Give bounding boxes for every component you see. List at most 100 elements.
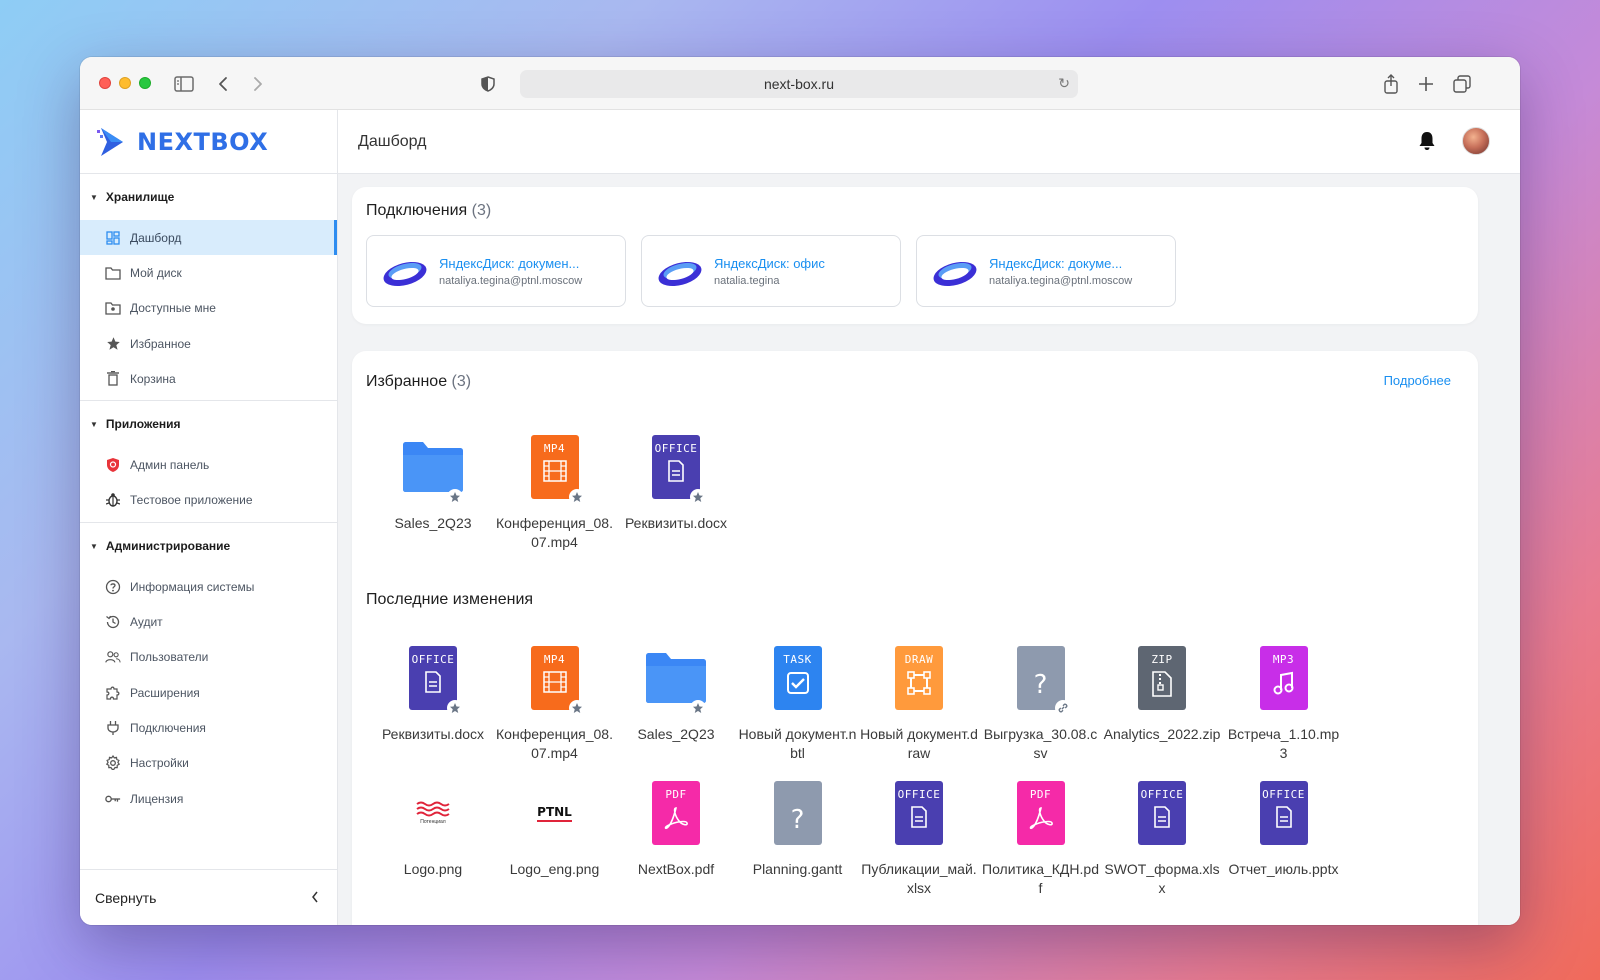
connections-title-text: Подключения: [366, 202, 468, 219]
section-apps[interactable]: ▼ Приложения: [80, 401, 337, 447]
logo-image-thumbnail: Потенциал: [409, 781, 457, 845]
sidebar-item-dashboard[interactable]: Дашборд: [80, 220, 337, 256]
sidebar-item-extensions[interactable]: Расширения: [80, 675, 337, 710]
favorites-title: Избранное (3): [366, 373, 471, 391]
sidebar-item-license[interactable]: Лицензия: [80, 781, 337, 816]
file-item[interactable]: ZIP Analytics_2022.zip: [1103, 646, 1221, 744]
unknown-file-icon: ?: [1016, 646, 1065, 710]
plug-icon: [105, 720, 121, 736]
tab-overview-icon[interactable]: [1449, 71, 1475, 97]
file-item[interactable]: MP3 Встреча_1.10.mp3: [1225, 646, 1343, 763]
file-item[interactable]: MP4 Конференция_08.07.mp4: [496, 646, 614, 763]
section-administration[interactable]: ▼ Администрирование: [80, 523, 337, 569]
connections-card: Подключения (3) ЯндексДиск: докумен... n…: [352, 187, 1478, 324]
favorite-star-icon: [568, 700, 585, 716]
yandex-disk-icon: [933, 261, 977, 287]
new-tab-plus-icon[interactable]: [1413, 71, 1439, 97]
sidebar-item-connections[interactable]: Подключения: [80, 710, 337, 745]
mp3-file-icon: MP3: [1259, 646, 1308, 710]
sidebar-item-audit[interactable]: Аудит: [80, 604, 337, 639]
file-item[interactable]: Потенциал Logo.png: [374, 781, 492, 879]
section-title: Приложения: [105, 417, 181, 432]
privacy-shield-icon[interactable]: [475, 71, 501, 97]
sidebar-item-test-app[interactable]: Тестовое приложение: [80, 483, 337, 518]
users-icon: [105, 649, 121, 665]
sidebar-item-label: Пользователи: [130, 650, 209, 665]
file-item[interactable]: OFFICE Реквизиты.docx: [617, 435, 735, 533]
share-icon[interactable]: [1378, 71, 1404, 97]
logo-image-thumbnail: PTNL: [531, 781, 579, 845]
yandex-disk-icon: [658, 261, 702, 287]
file-name: Политика_КДН.pdf: [982, 861, 1099, 896]
file-name: Sales_2Q23: [637, 726, 715, 742]
sidebar-item-label: Информация системы: [130, 579, 255, 594]
file-item[interactable]: OFFICE Отчет_июль.pptx: [1225, 781, 1343, 879]
sidebar-toggle-icon[interactable]: [171, 71, 197, 97]
minimize-window-button[interactable]: [119, 77, 131, 89]
folder-icon: [105, 265, 121, 281]
logo-text: NEXTBOX: [137, 127, 269, 156]
section-storage[interactable]: ▼ Хранилище: [80, 174, 337, 220]
nextbox-logo-icon: [97, 127, 123, 156]
gear-icon: [105, 755, 121, 771]
address-bar[interactable]: next-box.ru ↻: [520, 70, 1078, 98]
office-file-icon: OFFICE: [1259, 781, 1308, 845]
sidebar-item-my-drive[interactable]: Мой диск: [80, 255, 337, 290]
sidebar-item-favorites[interactable]: Избранное: [80, 326, 337, 361]
more-link[interactable]: Подробнее: [1384, 373, 1451, 388]
connection-account: natalia.tegina: [714, 274, 780, 287]
reload-icon[interactable]: ↻: [1058, 75, 1070, 92]
connection-card[interactable]: ЯндексДиск: докумен... nataliya.tegina@p…: [366, 235, 626, 307]
sidebar-item-settings[interactable]: Настройки: [80, 746, 337, 781]
sidebar-item-trash[interactable]: Корзина: [80, 361, 337, 396]
sidebar-item-label: Настройки: [130, 756, 189, 771]
file-name: Реквизиты.docx: [624, 515, 728, 531]
user-avatar[interactable]: [1462, 127, 1490, 155]
file-name: NextBox.pdf: [637, 861, 715, 877]
sidebar-item-system-info[interactable]: Информация системы: [80, 569, 337, 604]
file-item[interactable]: PDF Политика_КДН.pdf: [982, 781, 1100, 898]
zip-file-icon: ZIP: [1138, 646, 1186, 710]
file-item[interactable]: TASK Новый документ.nbtl: [739, 646, 857, 763]
back-arrow-icon[interactable]: [210, 71, 236, 97]
file-item[interactable]: DRAW Новый документ.draw: [860, 646, 978, 763]
forward-arrow-icon[interactable]: [245, 71, 271, 97]
file-name: Новый документ.nbtl: [738, 726, 857, 761]
notification-bell-icon[interactable]: [1418, 131, 1436, 156]
file-item[interactable]: PDF NextBox.pdf: [617, 781, 735, 879]
help-circle-icon: [105, 579, 121, 595]
file-item[interactable]: OFFICE Публикации_май.xlsx: [860, 781, 978, 898]
file-name: Analytics_2022.zip: [1103, 726, 1221, 742]
app-logo[interactable]: NEXTBOX: [80, 110, 337, 174]
file-item[interactable]: Sales_2Q23: [617, 646, 735, 744]
file-item[interactable]: ? Planning.gantt: [739, 781, 857, 879]
favorites-card: Избранное (3) Подробнее Sales_2Q23 MP4 Кон…: [352, 351, 1478, 925]
sidebar: NEXTBOX ▼ Хранилище Дашборд Мой диск Дос…: [80, 110, 338, 925]
file-item[interactable]: OFFICE Реквизиты.docx: [374, 646, 492, 744]
sidebar-item-label: Расширения: [130, 685, 200, 700]
shared-folder-icon: [105, 300, 121, 316]
file-name: Logo_eng.png: [509, 861, 600, 877]
sidebar-item-label: Дашборд: [130, 230, 182, 245]
sidebar-item-users[interactable]: Пользователи: [80, 640, 337, 675]
close-window-button[interactable]: [99, 77, 111, 89]
recent-title: Последние изменения: [366, 591, 534, 608]
file-item[interactable]: OFFICE SWOT_форма.xlsx: [1103, 781, 1221, 898]
browser-toolbar: next-box.ru ↻: [80, 57, 1520, 110]
connection-card[interactable]: ЯндексДиск: докуме... nataliya.tegina@pt…: [916, 235, 1176, 307]
file-item[interactable]: Sales_2Q23: [374, 435, 492, 533]
file-name: Logo.png: [403, 861, 463, 877]
caret-down-icon: ▼: [90, 419, 98, 429]
collapse-sidebar-button[interactable]: Свернуть: [80, 869, 337, 925]
sidebar-item-label: Лицензия: [130, 791, 184, 806]
sidebar-item-label: Избранное: [130, 336, 191, 351]
file-name: Sales_2Q23: [394, 515, 472, 531]
sidebar-item-shared[interactable]: Доступные мне: [80, 291, 337, 326]
file-item[interactable]: PTNL Logo_eng.png: [496, 781, 614, 879]
file-name: Выгрузка_30.08.csv: [983, 726, 1098, 761]
connection-card[interactable]: ЯндексДиск: офис natalia.tegina: [641, 235, 901, 307]
zoom-window-button[interactable]: [139, 77, 151, 89]
file-item[interactable]: ? Выгрузка_30.08.csv: [982, 646, 1100, 763]
sidebar-item-admin-panel[interactable]: Админ панель: [80, 447, 337, 482]
file-item[interactable]: MP4 Конференция_08.07.mp4: [496, 435, 614, 552]
